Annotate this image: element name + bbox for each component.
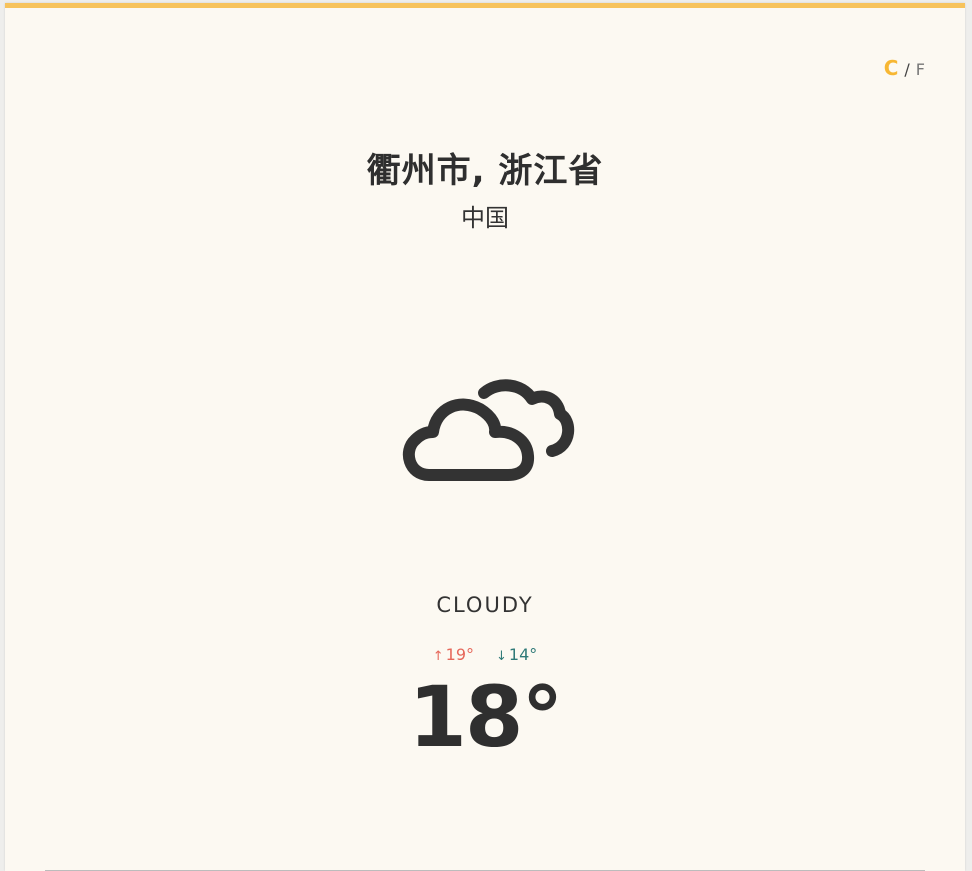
low-temp: ↓ 14° xyxy=(496,645,537,664)
fahrenheit-toggle[interactable]: F xyxy=(916,60,925,79)
current-temperature: 18° xyxy=(408,668,564,766)
low-temp-value: 14° xyxy=(508,645,538,664)
location-country: 中国 xyxy=(461,204,509,232)
unit-toggle: C / F xyxy=(884,56,925,80)
unit-separator: / xyxy=(904,60,910,79)
high-low-temps: ↑ 19° ↓ 14° xyxy=(5,645,965,664)
cloudy-icon xyxy=(402,379,575,481)
high-temp: ↑ 19° xyxy=(433,645,474,664)
down-arrow-icon: ↓ xyxy=(496,649,507,664)
up-arrow-icon: ↑ xyxy=(432,649,444,664)
weather-condition: CLOUDY xyxy=(436,593,534,617)
location-city: 衢州市, 浙江省 xyxy=(366,151,604,191)
weather-card: C / F 衢州市, 浙江省 中国 CLOUDY ↑ 19° ↓ 14° 18° xyxy=(5,3,965,871)
high-temp-value: 19° xyxy=(445,645,474,664)
celsius-toggle[interactable]: C xyxy=(884,56,899,80)
